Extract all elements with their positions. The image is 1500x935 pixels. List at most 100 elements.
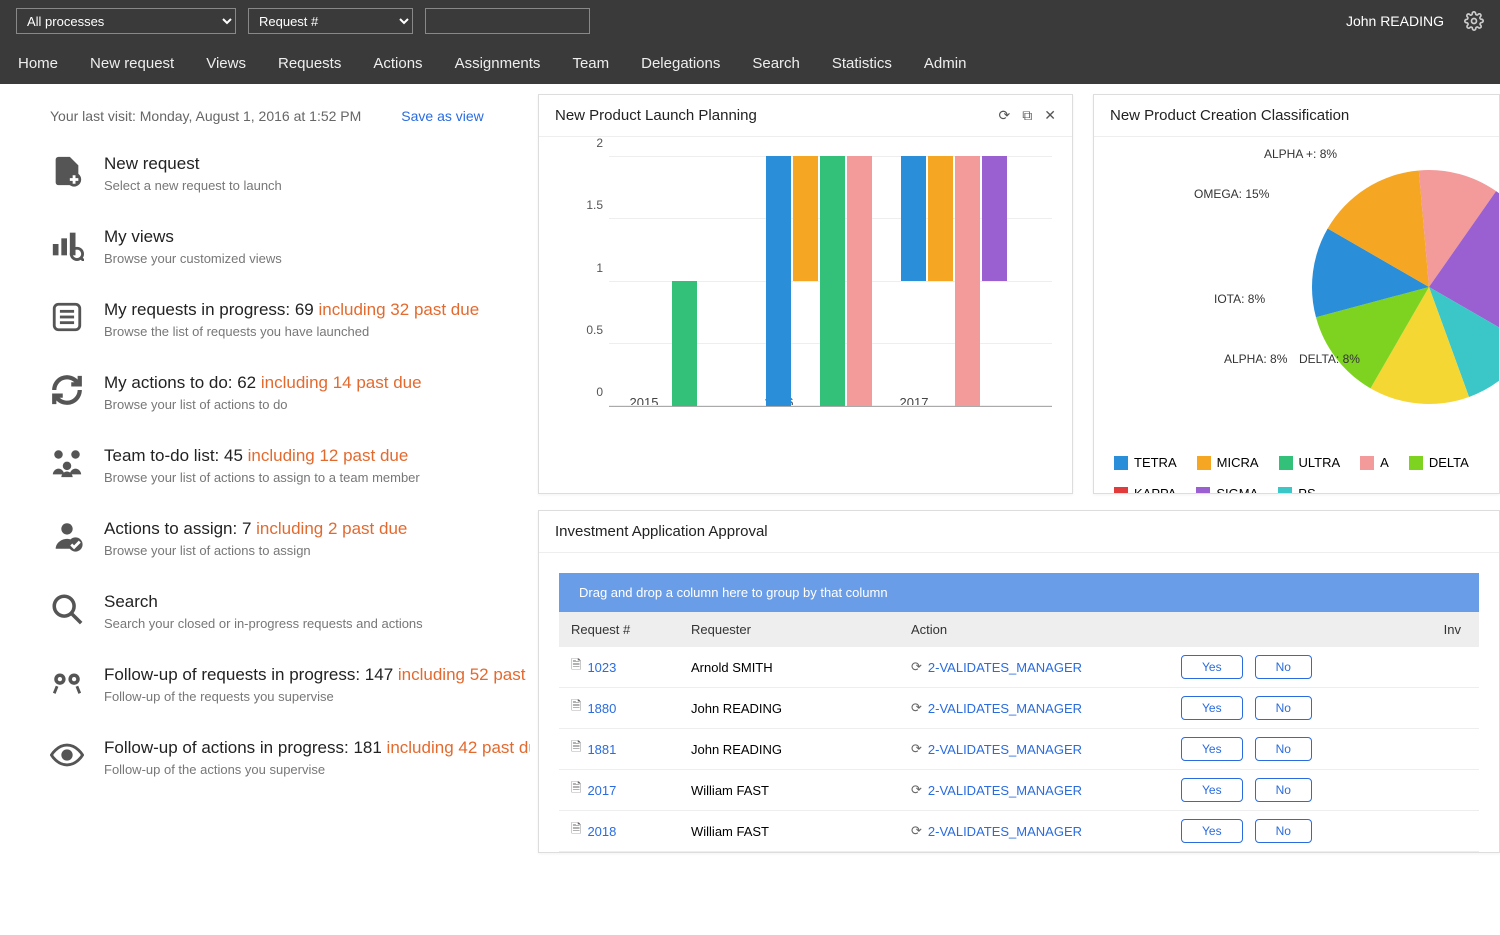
bar-alpha-2016[interactable] <box>847 156 872 406</box>
action-link[interactable]: 2-VALIDATES_MANAGER <box>928 742 1082 757</box>
nav-home[interactable]: Home <box>4 45 72 82</box>
no-button[interactable]: No <box>1255 655 1312 679</box>
table-panel-title: Investment Application Approval <box>555 523 1483 540</box>
no-button[interactable]: No <box>1255 737 1312 761</box>
nav-team[interactable]: Team <box>558 45 623 82</box>
save-as-view-link[interactable]: Save as view <box>401 108 483 124</box>
pastdue-text: including 2 past due <box>256 519 407 538</box>
pastdue-text: including 14 past due <box>261 373 422 392</box>
tile-new-request[interactable]: New request Select a new request to launc… <box>50 154 530 193</box>
nav-statistics[interactable]: Statistics <box>818 45 906 82</box>
tile-search[interactable]: Search Search your closed or in-progress … <box>50 592 530 631</box>
request-link[interactable]: 1023 <box>587 660 616 675</box>
no-button[interactable]: No <box>1255 819 1312 843</box>
bar-micra-2017[interactable] <box>928 156 953 281</box>
tile-assign[interactable]: Actions to assign: 7 including 2 past du… <box>50 519 530 558</box>
bar-micra-2016[interactable] <box>793 156 818 281</box>
pie-panel: New Product Creation Classification ALPH… <box>1093 94 1500 494</box>
topbar-search-input[interactable] <box>425 8 590 34</box>
legend-ultra[interactable]: ULTRA <box>1279 455 1341 470</box>
action-link[interactable]: 2-VALIDATES_MANAGER <box>928 783 1082 798</box>
legend-label: ULTRA <box>1299 455 1341 470</box>
bar-ultra-2015[interactable] <box>672 281 697 406</box>
yes-button[interactable]: Yes <box>1181 737 1243 761</box>
legend-delta[interactable]: DELTA <box>1409 455 1469 470</box>
action-link[interactable]: 2-VALIDATES_MANAGER <box>928 701 1082 716</box>
tile-followup-actions[interactable]: Follow-up of actions in progress: 181 in… <box>50 738 530 777</box>
nav-assignments[interactable]: Assignments <box>441 45 555 82</box>
expand-icon[interactable]: ⧉ <box>1022 107 1032 124</box>
followup-requests-icon <box>50 665 84 699</box>
navbar: HomeNew requestViewsRequestsActionsAssig… <box>0 42 1500 84</box>
gear-icon[interactable] <box>1464 11 1484 31</box>
legend-micra[interactable]: MICRA <box>1197 455 1259 470</box>
group-by-hint[interactable]: Drag and drop a column here to group by … <box>559 573 1479 612</box>
tile-actions-todo[interactable]: My actions to do: 62 including 14 past d… <box>50 373 530 412</box>
document-icon: 🗎 <box>571 697 581 719</box>
bar-ultra-2016[interactable] <box>820 156 845 406</box>
pie-panel-title: New Product Creation Classification <box>1110 107 1483 124</box>
pastdue-text: including 52 past due <box>398 665 530 684</box>
bar-alpha-2017[interactable] <box>955 156 980 406</box>
tile-desc: Select a new request to launch <box>104 178 282 193</box>
yes-button[interactable]: Yes <box>1181 696 1243 720</box>
swatch-icon <box>1278 487 1292 495</box>
views-icon <box>50 227 84 261</box>
nav-delegations[interactable]: Delegations <box>627 45 734 82</box>
action-link[interactable]: 2-VALIDATES_MANAGER <box>928 660 1082 675</box>
table-row: 🗎2017William FAST⟳2-VALIDATES_MANAGERYes… <box>559 770 1479 811</box>
tile-title: New request <box>104 154 282 174</box>
y-tick: 0.5 <box>569 323 603 337</box>
requester-cell: John READING <box>679 734 899 765</box>
yes-button[interactable]: Yes <box>1181 655 1243 679</box>
nav-new-request[interactable]: New request <box>76 45 188 82</box>
tile-desc: Browse your customized views <box>104 251 282 266</box>
swatch-icon <box>1196 487 1210 495</box>
document-icon: 🗎 <box>571 656 581 678</box>
legend-label: PS <box>1298 486 1315 494</box>
no-button[interactable]: No <box>1255 696 1312 720</box>
nav-views[interactable]: Views <box>192 45 260 82</box>
process-select[interactable]: All processes <box>16 8 236 34</box>
request-link[interactable]: 2017 <box>587 783 616 798</box>
nav-requests[interactable]: Requests <box>264 45 355 82</box>
tile-views[interactable]: My viewsBrowse your customized views <box>50 227 530 266</box>
request-link[interactable]: 1880 <box>587 701 616 716</box>
yes-button[interactable]: Yes <box>1181 778 1243 802</box>
request-number-select[interactable]: Request # <box>248 8 413 34</box>
refresh-icon[interactable]: ⟳ <box>999 107 1011 124</box>
nav-search[interactable]: Search <box>738 45 814 82</box>
col-action[interactable]: Action <box>899 612 1169 647</box>
legend-tetra[interactable]: TETRA <box>1114 455 1177 470</box>
col-requester[interactable]: Requester <box>679 612 899 647</box>
pastdue-text: including 42 past due <box>387 738 530 757</box>
yes-button[interactable]: Yes <box>1181 819 1243 843</box>
bar-tetra-2017[interactable] <box>901 156 926 281</box>
nav-admin[interactable]: Admin <box>910 45 981 82</box>
tile-team-todo[interactable]: Team to-do list: 45 including 12 past du… <box>50 446 530 485</box>
pie-label: ALPHA +: 8% <box>1264 147 1337 161</box>
pie-label: ALPHA: 8% <box>1224 352 1287 366</box>
request-link[interactable]: 1881 <box>587 742 616 757</box>
tile-title: Search <box>104 592 423 612</box>
legend-ps[interactable]: PS <box>1278 486 1315 494</box>
bar-sigma-2017[interactable] <box>982 156 1007 281</box>
request-link[interactable]: 2018 <box>587 824 616 839</box>
legend-sigma[interactable]: SIGMA <box>1196 486 1258 494</box>
team-todo-icon <box>50 446 84 480</box>
pastdue-text: including 32 past due <box>318 300 479 319</box>
legend-a[interactable]: A <box>1360 455 1389 470</box>
tile-requests-progress[interactable]: My requests in progress: 69 including 32… <box>50 300 530 339</box>
bar-tetra-2016[interactable] <box>766 156 791 406</box>
col-inv[interactable]: Inv <box>1369 612 1479 647</box>
document-icon: 🗎 <box>571 779 581 801</box>
tile-desc: Search your closed or in-progress reques… <box>104 616 423 631</box>
swatch-icon <box>1409 456 1423 470</box>
nav-actions[interactable]: Actions <box>359 45 436 82</box>
close-icon[interactable]: ✕ <box>1044 107 1056 124</box>
action-link[interactable]: 2-VALIDATES_MANAGER <box>928 824 1082 839</box>
col-request[interactable]: Request # <box>559 612 679 647</box>
legend-kappa[interactable]: KAPPA <box>1114 486 1176 494</box>
tile-followup-requests[interactable]: Follow-up of requests in progress: 147 i… <box>50 665 530 704</box>
no-button[interactable]: No <box>1255 778 1312 802</box>
